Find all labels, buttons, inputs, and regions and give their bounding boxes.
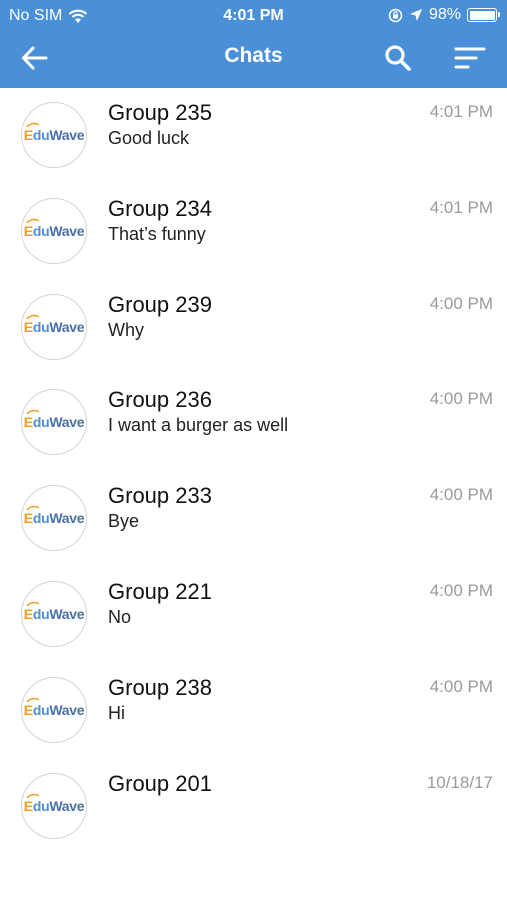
chat-row[interactable]: EduWave Group 233 Bye 4:00 PM <box>0 471 507 567</box>
chat-row[interactable]: EduWave Group 236 I want a burger as wel… <box>0 375 507 471</box>
avatar: EduWave <box>21 293 87 360</box>
chat-timestamp: 10/18/17 <box>426 772 493 792</box>
battery-icon <box>467 8 500 22</box>
chat-row[interactable]: EduWave Group 238 Hi 4:00 PM <box>0 663 507 759</box>
chat-name: Group 236 <box>108 387 212 413</box>
logo-swoosh-icon <box>26 314 40 320</box>
sort-button[interactable] <box>453 44 487 72</box>
chat-timestamp: 4:00 PM <box>429 580 493 600</box>
chat-timestamp: 4:00 PM <box>429 485 493 505</box>
avatar: EduWave <box>21 485 87 552</box>
chat-name: Group 234 <box>108 195 212 221</box>
chat-name: Group 239 <box>108 291 212 317</box>
chat-row[interactable]: EduWave Group 234 That’s funny 4:01 PM <box>0 184 507 280</box>
chat-name: Group 238 <box>108 674 212 700</box>
chat-last-message: No <box>108 606 132 627</box>
chat-timestamp: 4:00 PM <box>429 389 493 409</box>
logo-swoosh-icon <box>26 410 40 415</box>
page-title: Chats <box>224 44 283 67</box>
eduwave-logo: EduWave <box>24 314 85 335</box>
eduwave-logo: EduWave <box>24 410 85 430</box>
chat-last-message: That’s funny <box>108 223 206 244</box>
logo-swoosh-icon <box>26 793 40 799</box>
avatar: EduWave <box>21 676 87 743</box>
logo-swoosh-icon <box>26 218 40 224</box>
search-icon <box>385 45 411 71</box>
chat-timestamp: 4:00 PM <box>429 293 493 313</box>
top-bar: No SIM 4:01 PM 98% Chats <box>0 0 507 88</box>
eduwave-logo: EduWave <box>24 793 85 814</box>
chat-last-message: Good luck <box>108 128 190 148</box>
chat-name: Group 233 <box>108 483 212 509</box>
logo-swoosh-icon <box>26 122 40 128</box>
logo-swoosh-icon <box>26 601 40 607</box>
rotation-lock-icon <box>388 8 403 22</box>
avatar: EduWave <box>21 772 87 839</box>
status-bar: No SIM 4:01 PM 98% <box>0 0 507 32</box>
eduwave-logo: EduWave <box>24 505 85 526</box>
chat-last-message: Bye <box>108 511 140 532</box>
chat-last-message: Why <box>108 319 144 340</box>
chat-last-message: Hi <box>108 702 125 723</box>
search-button[interactable] <box>383 43 413 73</box>
chat-name: Group 221 <box>108 578 212 604</box>
chat-name: Group 235 <box>108 100 212 125</box>
avatar: EduWave <box>21 102 87 168</box>
chat-list: EduWave Group 235 Good luck 4:01 PM EduW… <box>0 88 507 854</box>
chat-row[interactable]: EduWave Group 201 10/18/17 <box>0 759 507 855</box>
avatar: EduWave <box>21 580 87 647</box>
avatar: EduWave <box>21 389 87 456</box>
chat-row[interactable]: EduWave Group 221 No 4:00 PM <box>0 567 507 663</box>
battery-percent: 98% <box>428 6 461 23</box>
avatar: EduWave <box>21 197 87 264</box>
nav-bar: Chats <box>0 34 507 82</box>
sort-icon <box>454 47 486 69</box>
status-right-group: 98% <box>388 6 500 24</box>
chat-name: Group 201 <box>108 770 212 796</box>
chat-row[interactable]: EduWave Group 235 Good luck 4:01 PM <box>0 88 507 184</box>
eduwave-logo: EduWave <box>24 697 85 718</box>
eduwave-logo: EduWave <box>24 218 85 239</box>
chat-row[interactable]: EduWave Group 239 Why 4:00 PM <box>0 280 507 376</box>
logo-swoosh-icon <box>26 697 40 703</box>
chat-last-message: I want a burger as well <box>108 415 289 436</box>
chat-timestamp: 4:01 PM <box>429 197 493 217</box>
chat-timestamp: 4:00 PM <box>429 676 493 696</box>
eduwave-logo: EduWave <box>24 601 85 622</box>
chat-timestamp: 4:01 PM <box>429 102 493 121</box>
logo-swoosh-icon <box>26 505 40 511</box>
eduwave-logo: EduWave <box>24 122 85 143</box>
location-arrow-icon <box>409 9 422 21</box>
